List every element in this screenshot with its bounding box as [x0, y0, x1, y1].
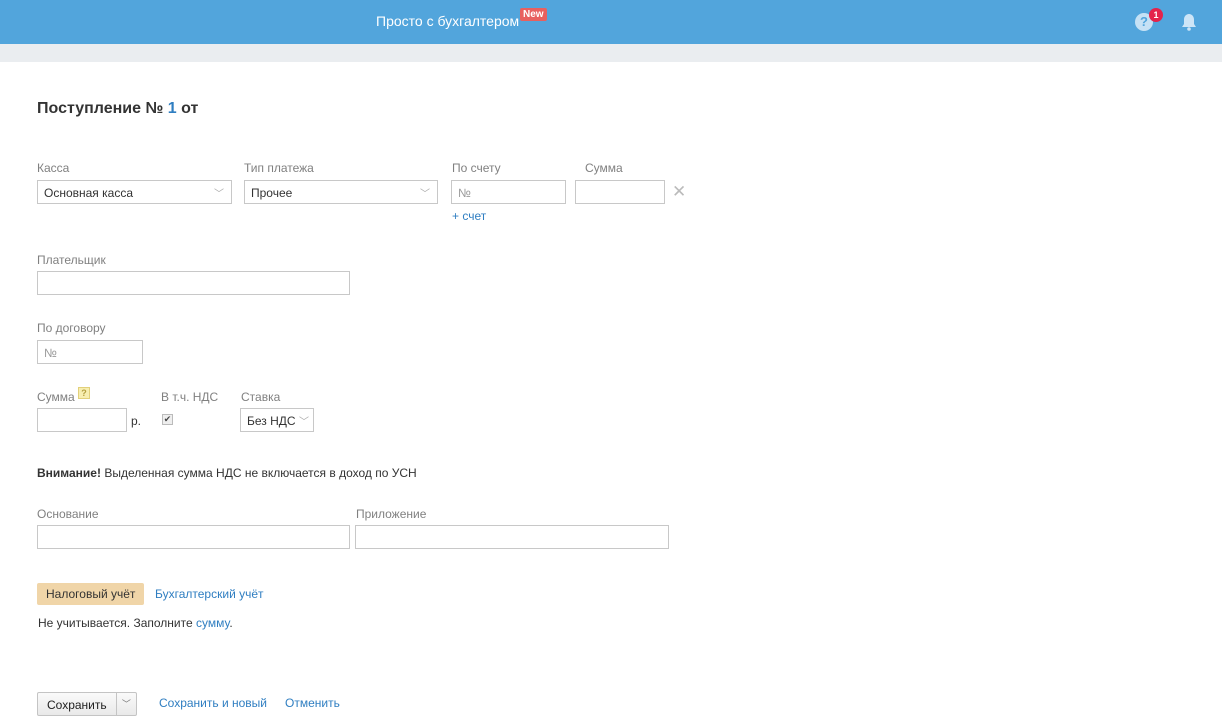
chevron-down-icon: ﹀ [299, 417, 309, 428]
kassa-label: Касса [37, 161, 70, 175]
bell-icon[interactable] [1181, 13, 1197, 31]
contract-placeholder: № [44, 346, 57, 360]
doc-number[interactable]: 1 [168, 100, 177, 117]
cancel-link[interactable]: Отменить [285, 696, 340, 710]
invoice-label: По счету [452, 161, 501, 175]
title-suffix: от [181, 100, 199, 117]
sum-input[interactable] [37, 408, 127, 432]
tax-note: Не учитывается. Заполните сумму. [38, 616, 233, 630]
vat-warning: Внимание! Выделенная сумма НДС не включа… [37, 466, 417, 480]
contract-input[interactable]: № [37, 340, 143, 364]
save-button-group: Сохранить ﹀ [37, 692, 137, 716]
app-title[interactable]: Просто с бухгалтером [376, 13, 519, 29]
payment-type-label: Тип платежа [244, 161, 314, 175]
save-and-new-link[interactable]: Сохранить и новый [159, 696, 267, 710]
help-icon[interactable]: ? [78, 387, 90, 399]
tax-note-text: Не учитывается. Заполните [38, 616, 196, 630]
warning-bold: Внимание! [37, 466, 101, 480]
payment-type-select[interactable]: Прочее ﹀ [244, 180, 438, 204]
payer-label: Плательщик [37, 253, 106, 267]
invoice-placeholder: № [458, 186, 471, 200]
close-icon[interactable]: ✕ [672, 182, 686, 202]
payment-type-value: Прочее [251, 186, 293, 200]
add-invoice-link[interactable]: + счет [452, 209, 486, 223]
attachment-input[interactable] [355, 525, 669, 549]
top-header: Просто с бухгалтером New ? 1 [0, 0, 1222, 44]
payer-input[interactable] [37, 271, 350, 295]
rate-select[interactable]: Без НДС ﹀ [240, 408, 314, 432]
new-badge: New [520, 8, 547, 21]
warning-text: Выделенная сумма НДС не включается в дох… [100, 466, 417, 480]
kassa-value: Основная касса [44, 186, 134, 200]
tax-note-end: . [229, 616, 233, 630]
attachment-label: Приложение [356, 507, 427, 521]
chevron-down-icon: ﹀ [214, 189, 224, 200]
invoice-sum-label: Сумма [585, 161, 623, 175]
fill-sum-link[interactable]: сумму [196, 616, 229, 630]
save-button[interactable]: Сохранить [38, 693, 116, 715]
currency-unit: р. [131, 414, 142, 428]
kassa-select[interactable]: Основная касса ﹀ [37, 180, 232, 204]
help-count-badge: 1 [1149, 8, 1163, 22]
title-prefix: Поступление № [37, 100, 164, 117]
page-title: Поступление № 1 от [37, 100, 198, 118]
vat-included-label: В т.ч. НДС [161, 390, 219, 404]
invoice-input[interactable]: № [451, 180, 566, 204]
vat-included-checkbox[interactable]: ✔ [162, 414, 173, 425]
sum-label: Сумма [37, 390, 75, 404]
basis-label: Основание [37, 507, 99, 521]
tab-tax-accounting[interactable]: Налоговый учёт [37, 583, 145, 605]
tab-accounting[interactable]: Бухгалтерский учёт [155, 587, 264, 601]
chevron-down-icon: ﹀ [420, 189, 430, 200]
rate-label: Ставка [241, 390, 281, 404]
invoice-sum-input[interactable] [575, 180, 665, 204]
header-strip [0, 44, 1222, 62]
contract-label: По договору [37, 321, 106, 335]
basis-input[interactable] [37, 525, 350, 549]
rate-value: Без НДС [247, 414, 296, 428]
chevron-down-icon[interactable]: ﹀ [115, 693, 136, 715]
